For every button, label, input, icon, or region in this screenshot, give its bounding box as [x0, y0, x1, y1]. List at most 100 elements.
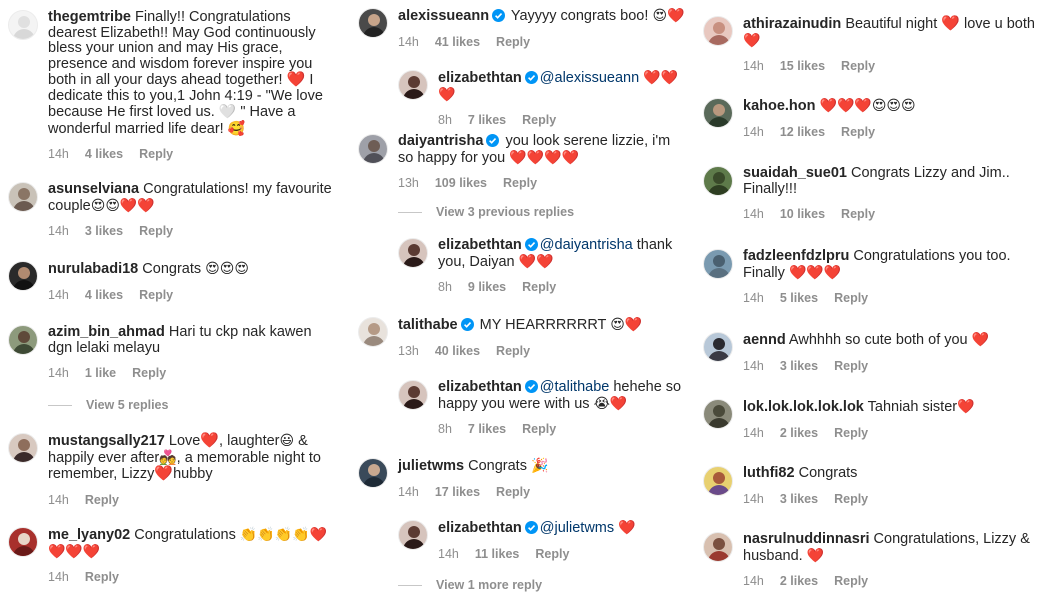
mention-link[interactable]: @talithabe: [540, 379, 610, 395]
view-replies-button[interactable]: View 3 previous replies: [398, 205, 574, 219]
username[interactable]: talithabe: [398, 317, 458, 333]
timestamp: 14h: [743, 358, 764, 373]
username[interactable]: asunselviana: [48, 181, 139, 197]
avatar[interactable]: [703, 532, 733, 562]
likes-count[interactable]: 11 likes: [475, 547, 520, 561]
likes-count[interactable]: 7 likes: [468, 113, 506, 127]
reply-button[interactable]: Reply: [834, 574, 868, 588]
mention-link[interactable]: @julietwms: [540, 520, 614, 536]
avatar[interactable]: [398, 380, 428, 410]
likes-count[interactable]: 2 likes: [780, 574, 818, 588]
avatar[interactable]: [703, 16, 733, 46]
reply-button[interactable]: Reply: [496, 485, 530, 499]
likes-count[interactable]: 17 likes: [435, 485, 480, 499]
avatar[interactable]: [398, 238, 428, 268]
reply-button[interactable]: Reply: [496, 35, 530, 49]
avatar[interactable]: [358, 134, 388, 164]
username[interactable]: thegemtribe: [48, 9, 131, 25]
username[interactable]: me_lyany02: [48, 527, 130, 543]
reply-button[interactable]: Reply: [841, 59, 875, 73]
username[interactable]: daiyantrisha: [398, 133, 483, 149]
avatar[interactable]: [8, 325, 38, 355]
comment-item: aennd Awhhhh so cute both of you ❤️ 14h 3…: [703, 331, 1043, 373]
avatar[interactable]: [703, 466, 733, 496]
comment-meta: 13h 109 likes Reply: [398, 176, 688, 190]
reply-button[interactable]: Reply: [841, 125, 875, 139]
timestamp: 14h: [743, 491, 764, 506]
likes-count[interactable]: 3 likes: [85, 224, 123, 238]
likes-count[interactable]: 7 likes: [468, 422, 506, 436]
mention-link[interactable]: @alexissueann: [540, 70, 639, 86]
username[interactable]: nasrulnuddinnasri: [743, 531, 870, 547]
username[interactable]: elizabethtan: [438, 237, 522, 253]
username[interactable]: julietwms: [398, 458, 464, 474]
likes-count[interactable]: 4 likes: [85, 288, 123, 302]
likes-count[interactable]: 3 likes: [780, 492, 818, 506]
avatar[interactable]: [8, 261, 38, 291]
likes-count[interactable]: 4 likes: [85, 147, 123, 161]
likes-count[interactable]: 10 likes: [780, 207, 825, 221]
username[interactable]: athirazainudin: [743, 16, 841, 32]
username[interactable]: elizabethtan: [438, 70, 522, 86]
username[interactable]: fadzleenfdzlpru: [743, 248, 849, 264]
avatar[interactable]: [358, 317, 388, 347]
likes-count[interactable]: 2 likes: [780, 426, 818, 440]
likes-count[interactable]: 15 likes: [780, 59, 825, 73]
likes-count[interactable]: 41 likes: [435, 35, 480, 49]
username[interactable]: kahoe.hon: [743, 98, 816, 114]
avatar[interactable]: [8, 182, 38, 212]
username[interactable]: lok.lok.lok.lok.lok: [743, 399, 864, 415]
username[interactable]: alexissueann: [398, 8, 489, 24]
reply-button[interactable]: Reply: [85, 570, 119, 584]
likes-count[interactable]: 1 like: [85, 366, 116, 380]
avatar[interactable]: [358, 8, 388, 38]
reply-button[interactable]: Reply: [834, 426, 868, 440]
reply-button[interactable]: Reply: [139, 147, 173, 161]
reply-button[interactable]: Reply: [522, 422, 556, 436]
comment-item: me_lyany02 Congratulations 👏👏👏👏❤️❤️❤️❤️ …: [8, 526, 338, 584]
avatar[interactable]: [703, 166, 733, 196]
reply-button[interactable]: Reply: [834, 492, 868, 506]
reply-button[interactable]: Reply: [139, 224, 173, 238]
reply-button[interactable]: Reply: [841, 207, 875, 221]
likes-count[interactable]: 5 likes: [780, 291, 818, 305]
username[interactable]: aennd: [743, 332, 786, 348]
timestamp: 14h: [48, 492, 69, 507]
reply-button[interactable]: Reply: [503, 176, 537, 190]
reply-button[interactable]: Reply: [535, 547, 569, 561]
view-replies-button[interactable]: View 1 more reply: [398, 578, 542, 592]
reply-button[interactable]: Reply: [496, 344, 530, 358]
avatar[interactable]: [8, 527, 38, 557]
likes-count[interactable]: 9 likes: [468, 280, 506, 294]
reply-button[interactable]: Reply: [834, 359, 868, 373]
username[interactable]: suaidah_sue01: [743, 165, 847, 181]
mention-link[interactable]: @daiyantrisha: [540, 237, 633, 253]
comment-meta: 14h 2 likes Reply: [743, 574, 1043, 588]
likes-count[interactable]: 109 likes: [435, 176, 487, 190]
reply-button[interactable]: Reply: [132, 366, 166, 380]
username[interactable]: elizabethtan: [438, 520, 522, 536]
avatar[interactable]: [703, 249, 733, 279]
reply-button[interactable]: Reply: [522, 113, 556, 127]
likes-count[interactable]: 3 likes: [780, 359, 818, 373]
username[interactable]: elizabethtan: [438, 379, 522, 395]
likes-count[interactable]: 12 likes: [780, 125, 825, 139]
avatar[interactable]: [8, 10, 38, 40]
username[interactable]: nurulabadi18: [48, 261, 138, 277]
reply-button[interactable]: Reply: [85, 493, 119, 507]
avatar[interactable]: [703, 98, 733, 128]
view-replies-button[interactable]: View 5 replies: [48, 398, 168, 412]
avatar[interactable]: [398, 520, 428, 550]
username[interactable]: mustangsally217: [48, 433, 165, 449]
avatar[interactable]: [398, 70, 428, 100]
avatar[interactable]: [8, 433, 38, 463]
reply-button[interactable]: Reply: [139, 288, 173, 302]
avatar[interactable]: [703, 332, 733, 362]
username[interactable]: azim_bin_ahmad: [48, 324, 165, 340]
username[interactable]: luthfi82: [743, 465, 795, 481]
likes-count[interactable]: 40 likes: [435, 344, 480, 358]
avatar[interactable]: [358, 458, 388, 488]
reply-button[interactable]: Reply: [522, 280, 556, 294]
reply-button[interactable]: Reply: [834, 291, 868, 305]
avatar[interactable]: [703, 399, 733, 429]
